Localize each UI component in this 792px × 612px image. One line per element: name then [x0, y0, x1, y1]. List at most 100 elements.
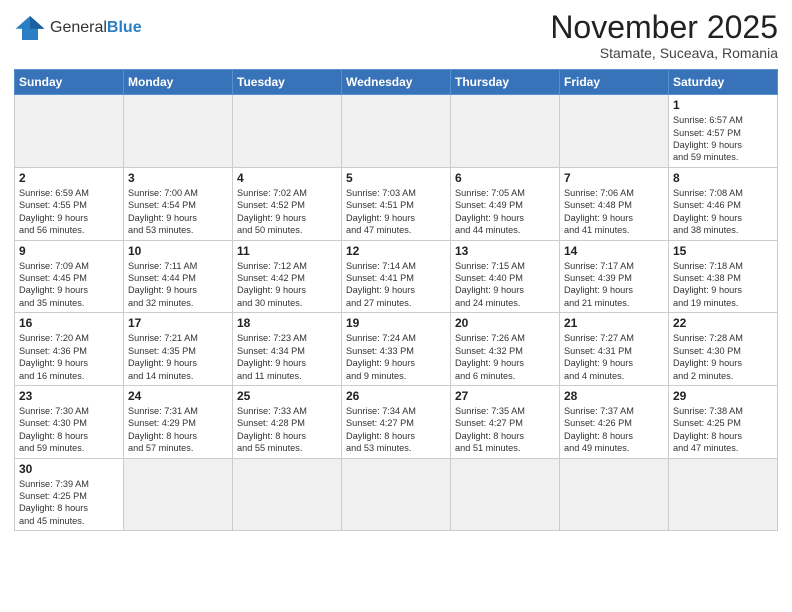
day-info: Sunrise: 7:23 AMSunset: 4:34 PMDaylight:… — [237, 332, 337, 382]
day-number: 24 — [128, 389, 228, 403]
day-number: 27 — [455, 389, 555, 403]
table-row: 15 Sunrise: 7:18 AMSunset: 4:38 PMDayligh… — [669, 240, 778, 313]
table-row: 1Sunrise: 6:57 AMSunset: 4:57 PMDaylight… — [669, 95, 778, 168]
table-row: 25 Sunrise: 7:33 AMSunset: 4:28 PMDayligh… — [233, 385, 342, 458]
col-wednesday: Wednesday — [342, 70, 451, 95]
day-info: Sunrise: 7:37 AMSunset: 4:26 PMDaylight:… — [564, 405, 664, 455]
day-info: Sunrise: 7:08 AMSunset: 4:46 PMDaylight:… — [673, 187, 773, 237]
logo-icon — [14, 14, 46, 42]
day-info: Sunrise: 7:39 AMSunset: 4:25 PMDaylight:… — [19, 478, 119, 528]
table-row — [124, 458, 233, 531]
day-number: 12 — [346, 244, 446, 258]
day-number: 4 — [237, 171, 337, 185]
day-info: Sunrise: 7:12 AMSunset: 4:42 PMDaylight:… — [237, 260, 337, 310]
day-info: Sunrise: 7:11 AMSunset: 4:44 PMDaylight:… — [128, 260, 228, 310]
day-number: 6 — [455, 171, 555, 185]
table-row — [342, 95, 451, 168]
day-number: 13 — [455, 244, 555, 258]
day-number: 16 — [19, 316, 119, 330]
month-title: November 2025 — [550, 10, 778, 45]
table-row: 24 Sunrise: 7:31 AMSunset: 4:29 PMDayligh… — [124, 385, 233, 458]
day-number: 3 — [128, 171, 228, 185]
page: GeneralBlue November 2025 Stamate, Sucea… — [0, 0, 792, 612]
table-row — [451, 95, 560, 168]
table-row — [560, 95, 669, 168]
day-number: 8 — [673, 171, 773, 185]
day-number: 21 — [564, 316, 664, 330]
day-info: Sunrise: 7:14 AMSunset: 4:41 PMDaylight:… — [346, 260, 446, 310]
day-number: 7 — [564, 171, 664, 185]
day-number: 1 — [673, 98, 773, 112]
col-tuesday: Tuesday — [233, 70, 342, 95]
table-row: 9 Sunrise: 7:09 AMSunset: 4:45 PMDaylight… — [15, 240, 124, 313]
day-number: 2 — [19, 171, 119, 185]
table-row: 14Sunrise: 7:17 AMSunset: 4:39 PMDayligh… — [560, 240, 669, 313]
day-number: 29 — [673, 389, 773, 403]
day-info: Sunrise: 7:09 AMSunset: 4:45 PMDaylight:… — [19, 260, 119, 310]
day-number: 9 — [19, 244, 119, 258]
table-row: 12 Sunrise: 7:14 AMSunset: 4:41 PMDayligh… — [342, 240, 451, 313]
day-info: Sunrise: 7:38 AMSunset: 4:25 PMDaylight:… — [673, 405, 773, 455]
table-row: 20Sunrise: 7:26 AMSunset: 4:32 PMDayligh… — [451, 313, 560, 386]
table-row: 5 Sunrise: 7:03 AMSunset: 4:51 PMDaylight… — [342, 167, 451, 240]
day-info: Sunrise: 7:28 AMSunset: 4:30 PMDaylight:… — [673, 332, 773, 382]
day-info: Sunrise: 7:27 AMSunset: 4:31 PMDaylight:… — [564, 332, 664, 382]
table-row — [233, 458, 342, 531]
table-row: 11 Sunrise: 7:12 AMSunset: 4:42 PMDayligh… — [233, 240, 342, 313]
table-row — [15, 95, 124, 168]
table-row: 22 Sunrise: 7:28 AMSunset: 4:30 PMDayligh… — [669, 313, 778, 386]
col-sunday: Sunday — [15, 70, 124, 95]
day-number: 10 — [128, 244, 228, 258]
day-info: Sunrise: 7:17 AMSunset: 4:39 PMDaylight:… — [564, 260, 664, 310]
table-row: 29 Sunrise: 7:38 AMSunset: 4:25 PMDayligh… — [669, 385, 778, 458]
table-row: 10 Sunrise: 7:11 AMSunset: 4:44 PMDayligh… — [124, 240, 233, 313]
day-number: 15 — [673, 244, 773, 258]
day-number: 30 — [19, 462, 119, 476]
col-thursday: Thursday — [451, 70, 560, 95]
day-info: Sunrise: 7:34 AMSunset: 4:27 PMDaylight:… — [346, 405, 446, 455]
table-row: 28 Sunrise: 7:37 AMSunset: 4:26 PMDayligh… — [560, 385, 669, 458]
day-number: 5 — [346, 171, 446, 185]
table-row: 6 Sunrise: 7:05 AMSunset: 4:49 PMDaylight… — [451, 167, 560, 240]
day-info: Sunrise: 6:59 AMSunset: 4:55 PMDaylight:… — [19, 187, 119, 237]
table-row: 18 Sunrise: 7:23 AMSunset: 4:34 PMDayligh… — [233, 313, 342, 386]
table-row — [560, 458, 669, 531]
day-info: Sunrise: 7:31 AMSunset: 4:29 PMDaylight:… — [128, 405, 228, 455]
title-block: November 2025 Stamate, Suceava, Romania — [550, 10, 778, 61]
day-info: Sunrise: 7:18 AMSunset: 4:38 PMDaylight:… — [673, 260, 773, 310]
table-row: 8 Sunrise: 7:08 AMSunset: 4:46 PMDaylight… — [669, 167, 778, 240]
table-row: 13Sunrise: 7:15 AMSunset: 4:40 PMDayligh… — [451, 240, 560, 313]
day-info: Sunrise: 7:20 AMSunset: 4:36 PMDaylight:… — [19, 332, 119, 382]
day-info: Sunrise: 7:30 AMSunset: 4:30 PMDaylight:… — [19, 405, 119, 455]
col-saturday: Saturday — [669, 70, 778, 95]
day-info: Sunrise: 7:02 AMSunset: 4:52 PMDaylight:… — [237, 187, 337, 237]
col-monday: Monday — [124, 70, 233, 95]
day-number: 18 — [237, 316, 337, 330]
table-row: 27 Sunrise: 7:35 AMSunset: 4:27 PMDayligh… — [451, 385, 560, 458]
subtitle: Stamate, Suceava, Romania — [550, 45, 778, 61]
table-row — [669, 458, 778, 531]
day-info: Sunrise: 7:03 AMSunset: 4:51 PMDaylight:… — [346, 187, 446, 237]
day-number: 11 — [237, 244, 337, 258]
table-row: 3Sunrise: 7:00 AMSunset: 4:54 PMDaylight… — [124, 167, 233, 240]
logo-text: GeneralBlue — [50, 19, 142, 37]
day-number: 20 — [455, 316, 555, 330]
day-number: 28 — [564, 389, 664, 403]
table-row — [451, 458, 560, 531]
table-row — [233, 95, 342, 168]
table-row: 19 Sunrise: 7:24 AMSunset: 4:33 PMDayligh… — [342, 313, 451, 386]
day-number: 19 — [346, 316, 446, 330]
day-info: Sunrise: 7:33 AMSunset: 4:28 PMDaylight:… — [237, 405, 337, 455]
day-info: Sunrise: 7:21 AMSunset: 4:35 PMDaylight:… — [128, 332, 228, 382]
day-info: Sunrise: 7:05 AMSunset: 4:49 PMDaylight:… — [455, 187, 555, 237]
table-row: 17Sunrise: 7:21 AMSunset: 4:35 PMDayligh… — [124, 313, 233, 386]
day-number: 25 — [237, 389, 337, 403]
table-row: 26 Sunrise: 7:34 AMSunset: 4:27 PMDayligh… — [342, 385, 451, 458]
col-friday: Friday — [560, 70, 669, 95]
table-row: 16 Sunrise: 7:20 AMSunset: 4:36 PMDayligh… — [15, 313, 124, 386]
table-row: 23Sunrise: 7:30 AMSunset: 4:30 PMDayligh… — [15, 385, 124, 458]
day-number: 22 — [673, 316, 773, 330]
day-info: Sunrise: 7:24 AMSunset: 4:33 PMDaylight:… — [346, 332, 446, 382]
day-info: Sunrise: 7:35 AMSunset: 4:27 PMDaylight:… — [455, 405, 555, 455]
day-number: 26 — [346, 389, 446, 403]
